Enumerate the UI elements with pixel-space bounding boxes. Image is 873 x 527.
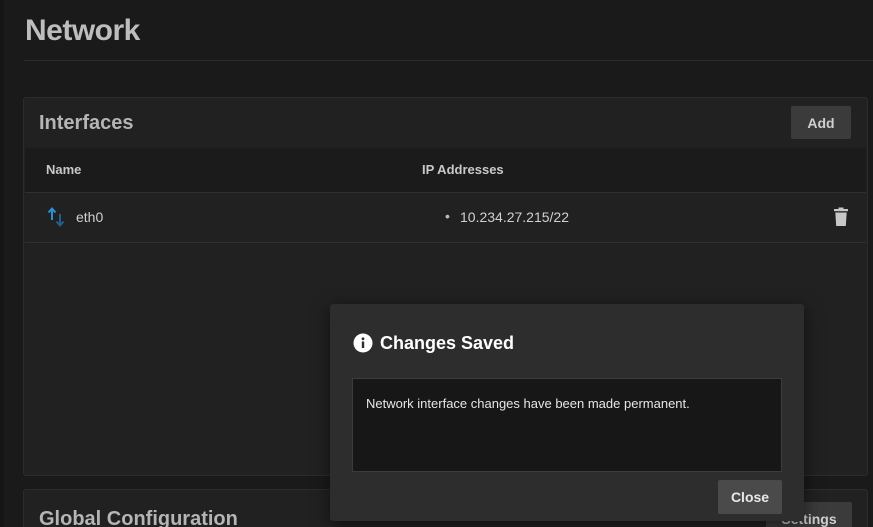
left-gutter	[0, 0, 4, 527]
table-row[interactable]: eth0 • 10.234.27.215/22	[25, 193, 866, 243]
dialog-title: Changes Saved	[380, 333, 515, 353]
title-divider	[24, 60, 873, 61]
ip-bullet-icon: •	[445, 208, 450, 224]
add-interface-button[interactable]: Add	[791, 106, 851, 139]
column-header-ip-addresses[interactable]: IP Addresses	[422, 162, 504, 177]
global-configuration-title: Global Configuration	[39, 508, 238, 527]
delete-trash-icon[interactable]	[833, 207, 849, 227]
dialog-message: Network interface changes have been made…	[366, 396, 690, 411]
dialog-message-box: Network interface changes have been made…	[352, 378, 782, 472]
close-button[interactable]: Close	[718, 480, 782, 514]
network-page: Network Interfaces Add Name IP Addresses…	[0, 0, 873, 527]
interfaces-card-title: Interfaces	[39, 112, 134, 134]
page-title: Network	[25, 14, 140, 47]
network-up-down-icon	[47, 206, 67, 228]
interface-ip-address: 10.234.27.215/22	[460, 209, 569, 225]
column-header-name[interactable]: Name	[46, 162, 81, 177]
info-icon	[353, 333, 373, 353]
interface-name: eth0	[76, 209, 104, 225]
interfaces-table-header: Name IP Addresses	[25, 148, 866, 193]
changes-saved-dialog: Changes Saved Network interface changes …	[330, 304, 804, 521]
